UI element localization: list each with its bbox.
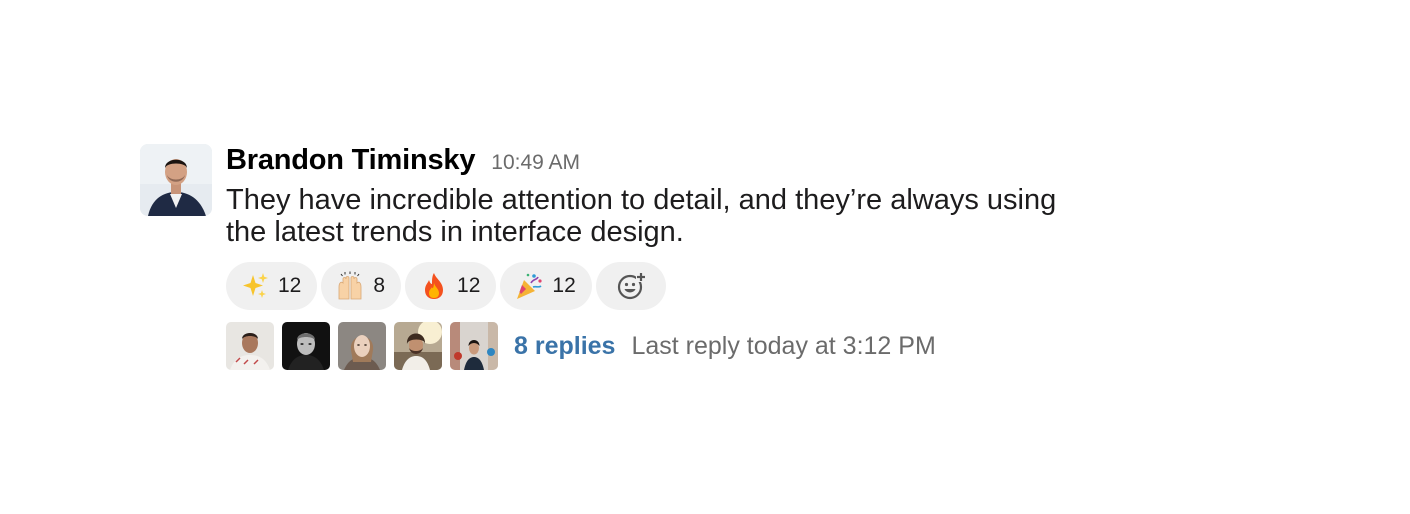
last-reply-time: Last reply today at 3:12 PM [631, 331, 936, 360]
add-reaction-icon [616, 271, 646, 301]
add-reaction-button[interactable] [595, 262, 666, 310]
reaction-fire[interactable]: 12 [405, 262, 497, 310]
reactions-bar: 12 8 12 12 [226, 262, 1126, 310]
thread-participant-avatar[interactable] [450, 322, 498, 370]
party-popper-icon [514, 271, 544, 301]
reaction-count: 12 [552, 274, 576, 297]
reaction-raised-hands[interactable]: 8 [321, 262, 402, 310]
thread-participant-avatar[interactable] [226, 322, 274, 370]
reaction-sparkles[interactable]: 12 [226, 262, 318, 310]
thread-summary: 8 replies Last reply today at 3:12 PM [226, 322, 1126, 370]
message-header: Brandon Timinsky 10:49 AM [226, 144, 1126, 178]
thread-participant-avatar[interactable] [394, 322, 442, 370]
fire-icon [419, 271, 449, 301]
sparkles-icon [240, 271, 270, 301]
message-text: They have incredible attention to detail… [226, 184, 1057, 248]
thread-replies-link[interactable]: 8 replies [514, 332, 615, 361]
message-content: Brandon Timinsky 10:49 AM They have incr… [226, 144, 1126, 370]
thread-participant-avatar[interactable] [282, 322, 330, 370]
raised-hands-icon [335, 271, 365, 301]
thread-participant-avatar[interactable] [338, 322, 386, 370]
author-name[interactable]: Brandon Timinsky [226, 144, 475, 177]
reaction-count: 12 [278, 274, 302, 297]
reaction-count: 8 [373, 274, 386, 297]
reaction-party-popper[interactable]: 12 [500, 262, 592, 310]
author-avatar[interactable] [140, 144, 212, 216]
message-timestamp[interactable]: 10:49 AM [491, 151, 580, 175]
reaction-count: 12 [457, 274, 481, 297]
